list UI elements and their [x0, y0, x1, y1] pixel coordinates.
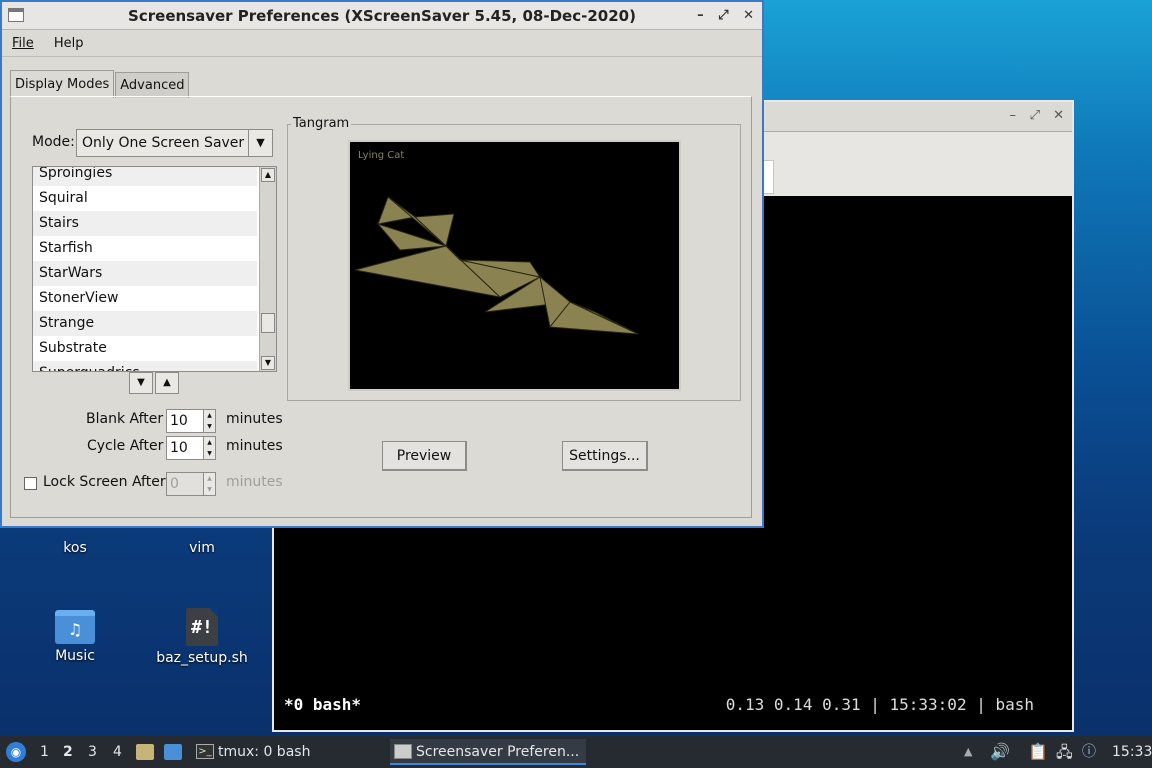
chevron-down-icon: ▼: [248, 130, 272, 156]
tab-advanced[interactable]: Advanced: [115, 72, 190, 98]
list-item[interactable]: Starfish: [33, 236, 257, 261]
maximize-icon[interactable]: ⤢: [718, 8, 728, 23]
tray-up-arrow-icon[interactable]: ▲: [964, 736, 972, 768]
list-item[interactable]: Sproingies: [33, 167, 257, 186]
file-manager-icon[interactable]: [136, 744, 154, 760]
close-icon[interactable]: ✕: [1053, 108, 1064, 123]
desktop-icon-label: vim: [189, 540, 215, 556]
mode-select[interactable]: Only One Screen Saver ▼: [76, 129, 273, 157]
preview-area: Lying Cat: [348, 140, 681, 391]
spinner-arrows-icon[interactable]: ▲ ▼: [203, 437, 215, 459]
previous-saver-button[interactable]: ▲: [155, 372, 179, 394]
close-icon[interactable]: ✕: [743, 8, 754, 23]
desktop-icon-vim[interactable]: vim: [147, 536, 257, 556]
start-menu-icon[interactable]: ◉: [6, 742, 26, 762]
window-app-icon: [8, 8, 24, 22]
tab-bar: Display Modes Advanced: [10, 70, 190, 98]
workspace-2[interactable]: 2: [63, 736, 73, 768]
blank-after-label: Blank After: [86, 411, 164, 427]
task-tmux[interactable]: >_ tmux: 0 bash: [192, 739, 382, 765]
menu-file[interactable]: File: [12, 36, 34, 51]
clock[interactable]: 15:33: [1112, 736, 1152, 768]
spinner-arrows-icon: ▲ ▼: [203, 473, 215, 495]
workspace-4[interactable]: 4: [113, 736, 122, 768]
volume-icon[interactable]: 🔊: [990, 736, 1010, 768]
desktop-icon-label: baz_setup.sh: [156, 650, 248, 666]
music-folder-icon: ♫: [55, 610, 95, 644]
cycle-after-value: 10: [170, 440, 188, 456]
list-item[interactable]: Stairs: [33, 211, 257, 236]
mode-label: Mode:: [32, 134, 75, 150]
task-label: Screensaver Preferen...: [416, 744, 580, 760]
minutes-label: minutes: [226, 411, 283, 427]
list-item[interactable]: StonerView: [33, 286, 257, 311]
tmux-window-name: *0 bash*: [284, 695, 362, 714]
terminal-icon: >_: [196, 744, 214, 759]
tab-display-modes[interactable]: Display Modes: [10, 70, 115, 98]
cycle-after-label: Cycle After: [87, 438, 164, 454]
workspace-1[interactable]: 1: [40, 736, 49, 768]
tangram-shape: [354, 196, 639, 335]
minutes-label: minutes: [226, 474, 283, 490]
scroll-down-icon[interactable]: ▼: [261, 356, 275, 370]
workspace-3[interactable]: 3: [88, 736, 97, 768]
cycle-after-spinner[interactable]: 10 ▲ ▼: [166, 436, 216, 460]
task-label: tmux: 0 bash: [218, 744, 311, 760]
desktop-icon-baz-setup[interactable]: #! baz_setup.sh: [147, 608, 257, 666]
scrollbar-thumb[interactable]: [261, 313, 275, 333]
show-desktop-icon[interactable]: [164, 744, 182, 760]
window-title: Screensaver Preferences (XScreenSaver 5.…: [128, 7, 636, 25]
list-item[interactable]: Superquadrics: [33, 361, 257, 371]
blank-after-value: 10: [170, 413, 188, 429]
minutes-label: minutes: [226, 438, 283, 454]
lock-screen-checkbox[interactable]: [24, 477, 37, 490]
lock-screen-label[interactable]: Lock Screen After: [43, 474, 166, 490]
window-titlebar[interactable]: Screensaver Preferences (XScreenSaver 5.…: [2, 2, 762, 30]
preview-button[interactable]: Preview: [382, 441, 467, 471]
notification-icon[interactable]: ⓘ: [1082, 736, 1096, 768]
desktop-icon-label: Music: [55, 648, 95, 664]
minimize-icon[interactable]: –: [1010, 108, 1017, 123]
desktop-icon-music[interactable]: ♫ Music: [20, 610, 130, 664]
mode-select-value: Only One Screen Saver: [82, 135, 245, 151]
desktop-icon-kos[interactable]: kos: [20, 536, 130, 556]
window-icon: [394, 744, 412, 759]
desktop-icon-label: kos: [63, 540, 87, 556]
maximize-icon[interactable]: ⤢: [1030, 108, 1040, 123]
spinner-arrows-icon[interactable]: ▲ ▼: [203, 410, 215, 432]
tmux-status-right: 0.13 0.14 0.31 | 15:33:02 | bash: [725, 695, 1034, 714]
screensaver-list[interactable]: Sproingies Squiral Stairs Starfish StarW…: [32, 166, 277, 372]
settings-button[interactable]: Settings...: [562, 441, 648, 471]
menu-help[interactable]: Help: [54, 36, 84, 51]
list-item[interactable]: Squiral: [33, 186, 257, 211]
scroll-up-icon[interactable]: ▲: [261, 168, 275, 182]
task-screensaver[interactable]: Screensaver Preferen...: [390, 739, 586, 765]
network-icon[interactable]: 🖧: [1056, 736, 1073, 768]
frame-title: Tangram: [291, 116, 352, 131]
lock-screen-value: 0: [170, 476, 179, 492]
list-item[interactable]: Substrate: [33, 336, 257, 361]
next-saver-button[interactable]: ▼: [129, 372, 153, 394]
lock-screen-spinner: 0 ▲ ▼: [166, 472, 216, 496]
minimize-icon[interactable]: –: [697, 8, 704, 23]
blank-after-spinner[interactable]: 10 ▲ ▼: [166, 409, 216, 433]
taskbar: ◉ 1 2 3 4 >_ tmux: 0 bash Screensaver Pr…: [0, 736, 1152, 768]
tmux-status-line: *0 bash* 0.13 0.14 0.31 | 15:33:02 | bas…: [284, 695, 1034, 714]
shell-script-icon: #!: [186, 608, 218, 646]
menu-bar: File Help: [2, 30, 762, 57]
clipboard-icon[interactable]: 📋: [1028, 736, 1048, 768]
list-scrollbar[interactable]: ▲ ▼: [259, 167, 276, 371]
list-item[interactable]: StarWars: [33, 261, 257, 286]
list-item[interactable]: Strange: [33, 311, 257, 336]
